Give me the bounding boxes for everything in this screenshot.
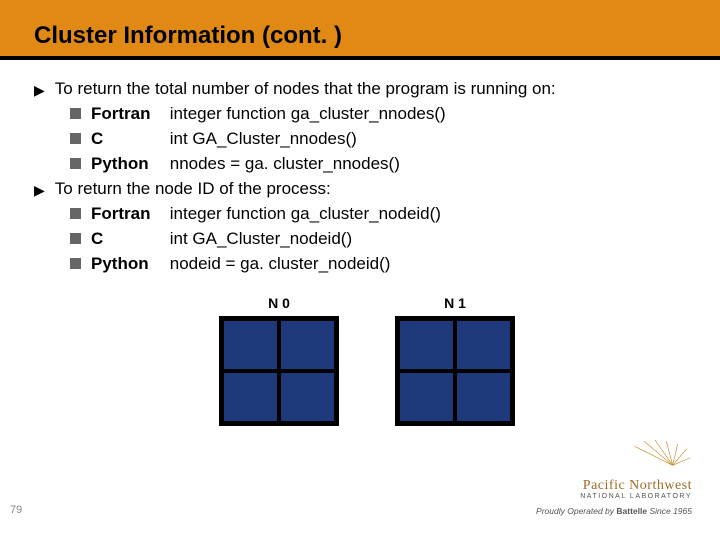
sub-bullet: C int GA_Cluster_nodeid() [70, 228, 700, 251]
bullet-2: ▶ To return the node ID of the process: [34, 178, 700, 201]
node-diagram: N 0 N 1 [34, 294, 700, 427]
content-area: ▶ To return the total number of nodes th… [0, 60, 720, 426]
slide-title: Cluster Information (cont. ) [34, 22, 342, 50]
title-bar: Cluster Information (cont. ) [0, 0, 720, 56]
sub-bullet: Fortran integer function ga_cluster_nnod… [70, 103, 700, 126]
node-0: N 0 [219, 294, 339, 427]
tagline: Proudly Operated by Battelle Since 1965 [536, 506, 692, 516]
square-bullet-icon [70, 108, 81, 119]
cell [222, 319, 279, 371]
footer-logo-block: Pacific Northwest NATIONAL LABORATORY Pr… [536, 440, 692, 516]
node-0-grid [219, 316, 339, 426]
lab-subtitle: NATIONAL LABORATORY [580, 493, 692, 500]
node-1-grid [395, 316, 515, 426]
cell [455, 319, 512, 371]
starburst-icon [628, 440, 692, 478]
slide: Cluster Information (cont. ) ▶ To return… [0, 0, 720, 540]
sub-bullet: Fortran integer function ga_cluster_node… [70, 203, 700, 226]
square-bullet-icon [70, 133, 81, 144]
sub-bullet: C int GA_Cluster_nnodes() [70, 128, 700, 151]
sub-bullet-text: Fortran integer function ga_cluster_nnod… [91, 103, 446, 126]
bullet-1-text: To return the total number of nodes that… [55, 78, 556, 101]
cell [398, 371, 455, 423]
sub-bullet-text: Fortran integer function ga_cluster_node… [91, 203, 441, 226]
square-bullet-icon [70, 233, 81, 244]
square-bullet-icon [70, 208, 81, 219]
cell [279, 319, 336, 371]
page-number: 79 [10, 504, 22, 516]
bullet-2-text: To return the node ID of the process: [55, 178, 331, 201]
node-1: N 1 [395, 294, 515, 427]
cell [222, 371, 279, 423]
lab-name: Pacific Northwest [583, 478, 692, 494]
sub-bullet-text: C int GA_Cluster_nodeid() [91, 228, 352, 251]
cell [279, 371, 336, 423]
square-bullet-icon [70, 158, 81, 169]
node-0-label: N 0 [268, 294, 290, 313]
sub-bullet: Python nodeid = ga. cluster_nodeid() [70, 253, 700, 276]
sub-bullet-text: C int GA_Cluster_nnodes() [91, 128, 357, 151]
square-bullet-icon [70, 258, 81, 269]
sub-bullet-text: Python nnodes = ga. cluster_nnodes() [91, 153, 400, 176]
cell [455, 371, 512, 423]
node-1-label: N 1 [444, 294, 466, 313]
triangle-bullet-icon: ▶ [34, 181, 45, 200]
bullet-1: ▶ To return the total number of nodes th… [34, 78, 700, 101]
sub-bullet-text: Python nodeid = ga. cluster_nodeid() [91, 253, 390, 276]
triangle-bullet-icon: ▶ [34, 81, 45, 100]
sub-bullet: Python nnodes = ga. cluster_nnodes() [70, 153, 700, 176]
pnnl-logo: Pacific Northwest NATIONAL LABORATORY Pr… [536, 440, 692, 516]
cell [398, 319, 455, 371]
